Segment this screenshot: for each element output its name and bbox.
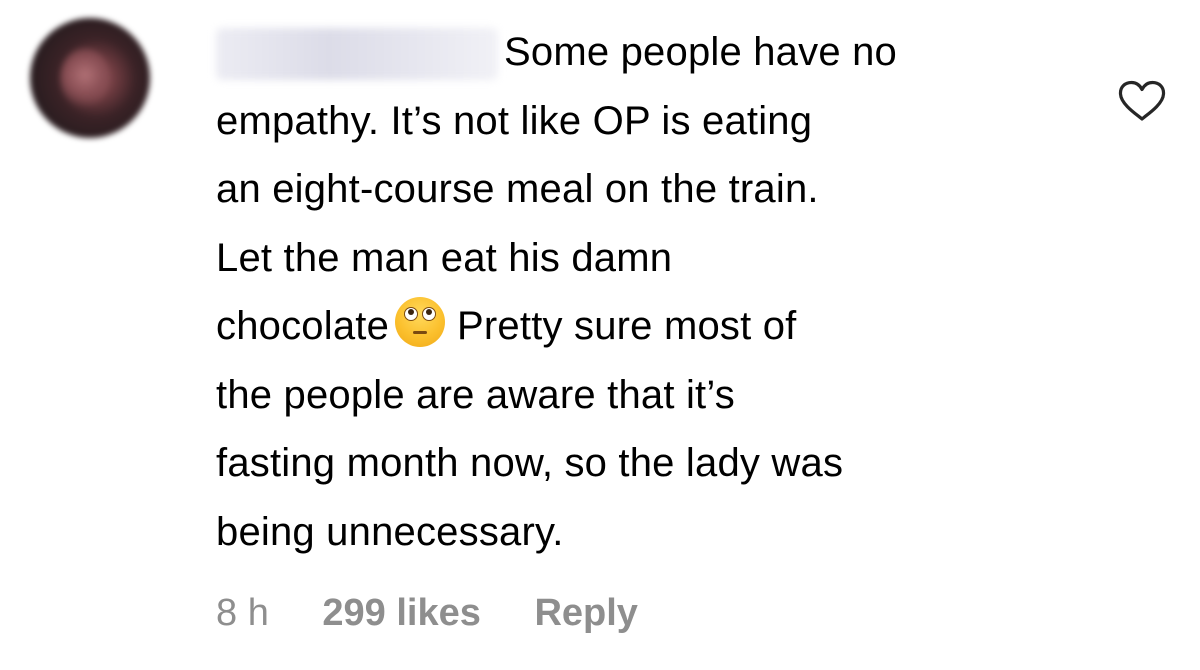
comment-text-line-1: Some people have no — [504, 30, 897, 74]
rolling-eyes-emoji-icon — [395, 297, 446, 347]
comment-text-line-2: empathy. It’s not like OP is eating — [216, 98, 813, 143]
reply-button[interactable]: Reply — [534, 588, 637, 638]
like-heart-icon[interactable] — [1117, 80, 1167, 122]
comment-text-line-5a: chocolate — [216, 304, 390, 348]
likes-count[interactable]: 299 likes — [322, 588, 480, 638]
comment-text-line-8: being unnecessary. — [216, 509, 564, 554]
comment-text: Some people have no empathy. It’s not li… — [216, 18, 1096, 566]
avatar-image — [60, 48, 110, 108]
comment-text-line-7: fasting month now, so the lady was — [216, 441, 844, 485]
comment-text-line-3: an eight-course meal on the train. — [216, 167, 819, 211]
avatar[interactable] — [30, 18, 150, 138]
comment-meta: 8 h 299 likes Reply — [216, 588, 681, 638]
comment-text-line-5b: Pretty sure most of — [457, 304, 797, 348]
comment-text-line-5: chocolate Pretty sure most of — [216, 292, 1096, 361]
comment-timestamp[interactable]: 8 h — [216, 588, 269, 638]
comment-item: isabelleghs Some people have no empathy.… — [0, 0, 1200, 670]
comment-text-line-4: Let the man eat his damn — [216, 235, 673, 280]
comment-text-line-6: the people are aware that it’s — [216, 372, 735, 417]
